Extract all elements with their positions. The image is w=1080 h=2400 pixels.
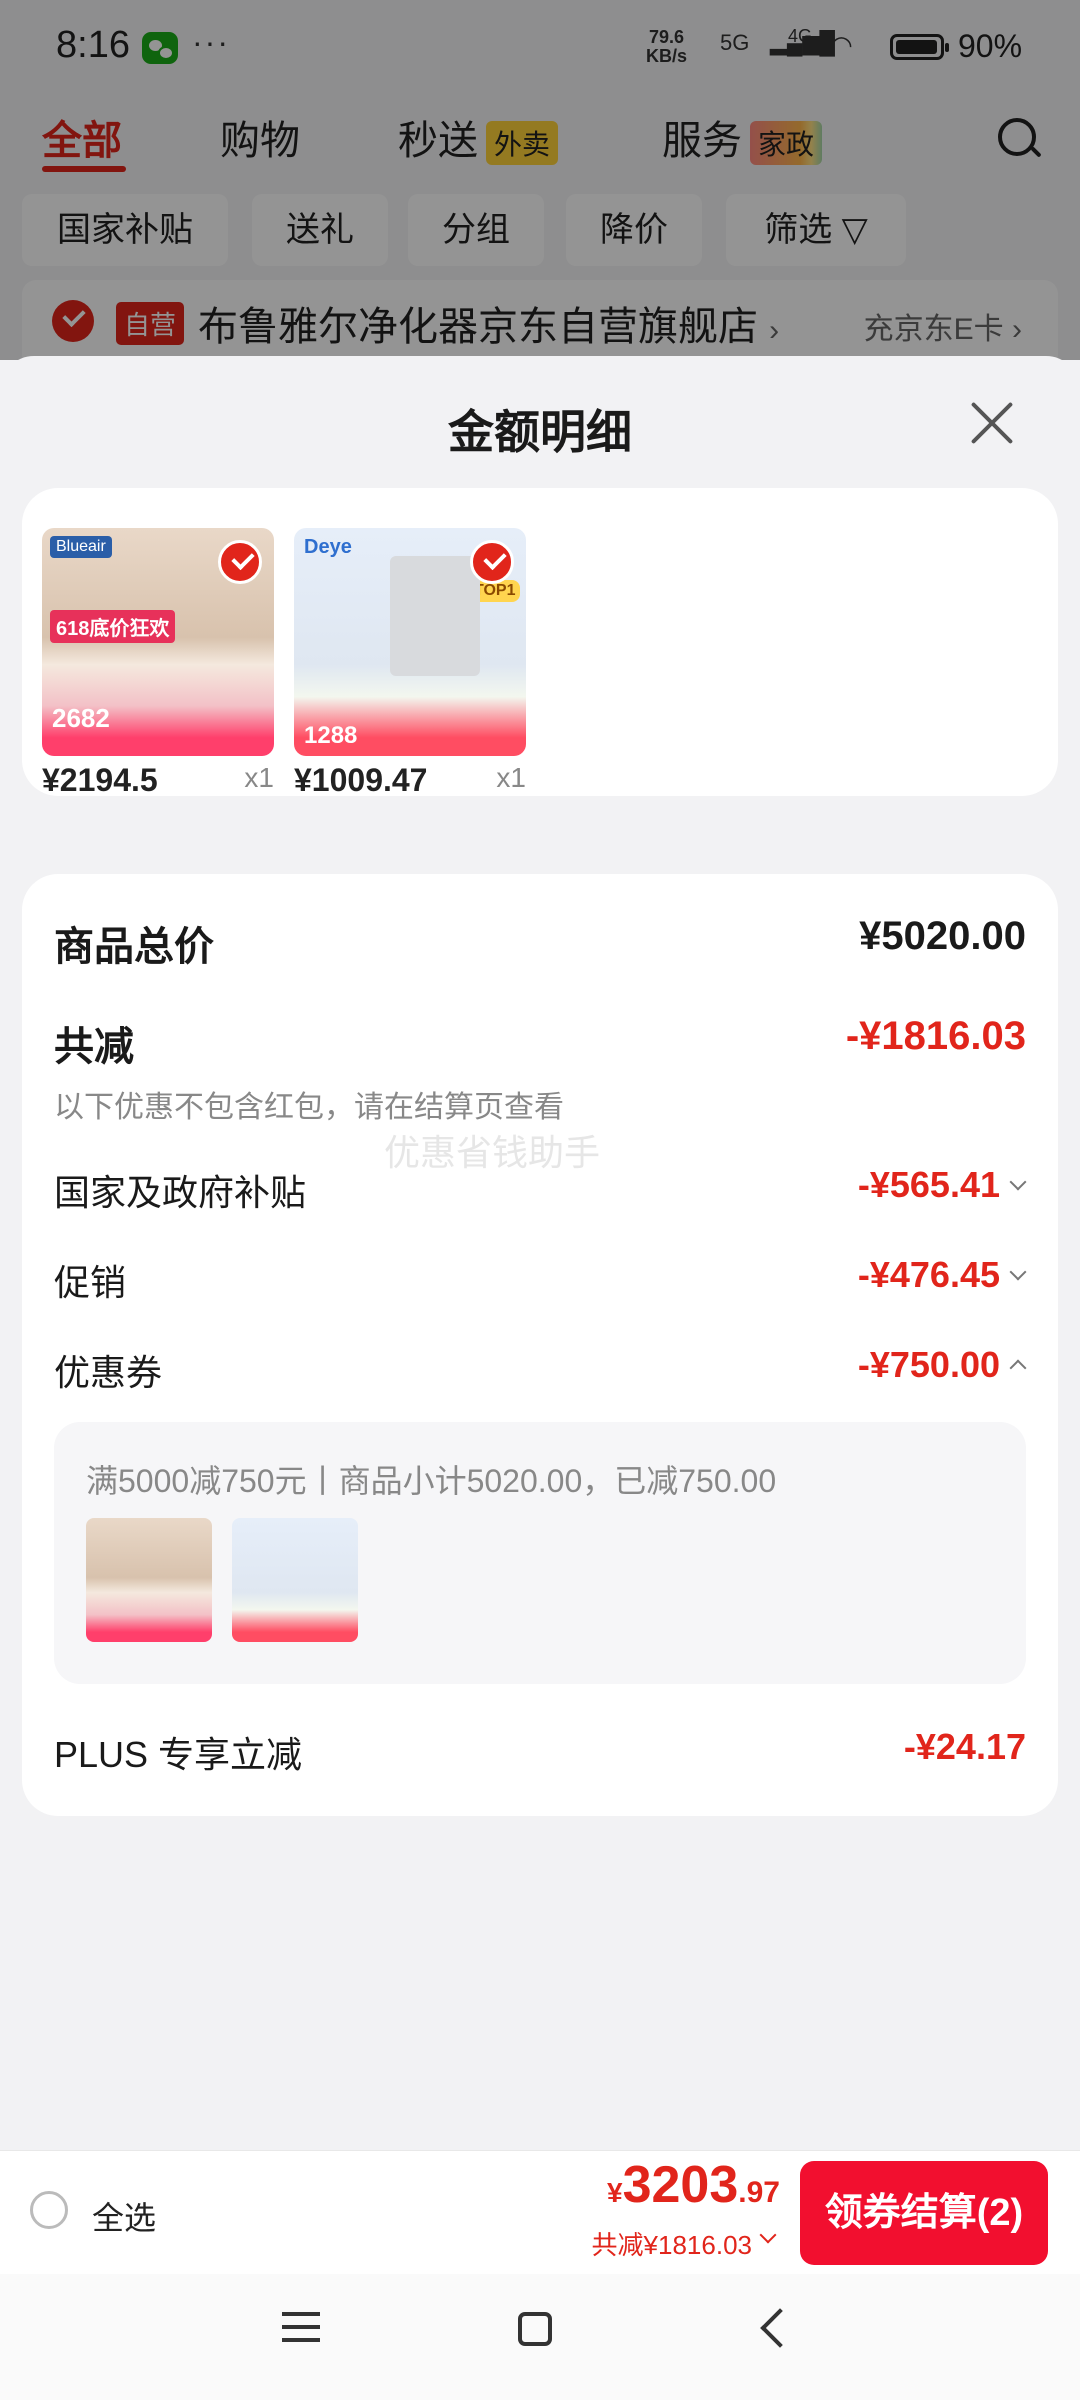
product-price: ¥1009.47	[294, 762, 428, 798]
amount-detail-sheet: 金额明细 Blueair 618底价狂欢 2682 ¥2194.5 x1 Dey…	[0, 356, 1080, 2150]
menu-icon[interactable]	[282, 2312, 320, 2342]
total-price-label: 商品总价	[54, 925, 214, 969]
system-nav-bar	[0, 2274, 1080, 2400]
appliance-graphic	[390, 556, 480, 676]
watermark: 优惠省钱助手	[384, 1132, 601, 1173]
chevron-down-icon[interactable]	[759, 2226, 777, 2244]
coupon-product-thumb-blueair	[86, 1518, 212, 1642]
subsidy-label: 国家及政府补贴	[54, 1172, 307, 1213]
home-icon[interactable]	[518, 2312, 552, 2346]
currency-symbol: ¥	[607, 2177, 623, 2208]
coupon-value: -¥750.00	[857, 1344, 1000, 1385]
total-reduce-value: -¥1816.03	[845, 1014, 1026, 1058]
product-brand: Deye	[304, 536, 352, 558]
product-qty: x1	[244, 762, 274, 793]
total-price-value: ¥5020.00	[859, 914, 1026, 958]
total-decimal: .97	[738, 2176, 780, 2209]
product-item-deye[interactable]: Deye TOP1 1288 ¥1009.47 x1	[294, 528, 526, 798]
product-image-price: 2682	[52, 703, 110, 733]
promotion-label: 促销	[54, 1262, 127, 1303]
product-price: ¥2194.5	[42, 762, 158, 798]
promotion-value: -¥476.45	[857, 1254, 1000, 1295]
coupon-product-thumb-deye	[232, 1518, 358, 1642]
plus-discount-label: PLUS 专享立减	[54, 1734, 303, 1775]
product-image: Deye TOP1 1288	[294, 528, 526, 756]
subsidy-value: -¥565.41	[857, 1164, 1000, 1205]
checkout-bar: 全选 ¥3203.97 共减¥1816.03 领券结算(2)	[0, 2150, 1080, 2275]
discount-note: 以下优惠不包含红包，请在结算页查看	[54, 1091, 564, 1124]
total-saved[interactable]: 共减¥1816.03	[592, 2225, 752, 2262]
close-icon[interactable]	[968, 400, 1014, 446]
chevron-down-icon	[1009, 1173, 1027, 1191]
select-all-label[interactable]: 全选	[92, 2193, 156, 2239]
total-amount: ¥3203.97	[607, 2155, 780, 2215]
total-reduce-label: 共减	[54, 1025, 134, 1069]
coupon-label: 优惠券	[54, 1352, 163, 1393]
select-all-radio[interactable]	[30, 2191, 68, 2229]
chevron-down-icon	[1009, 1263, 1027, 1281]
product-image-price: 1288	[304, 722, 358, 749]
product-check-icon[interactable]	[218, 540, 262, 584]
product-check-icon[interactable]	[470, 540, 514, 584]
product-tag: 618底价狂欢	[50, 610, 176, 643]
amount-detail-card: 商品总价 ¥5020.00 共减 -¥1816.03 以下优惠不包含红包，请在结…	[22, 874, 1058, 1816]
product-image: Blueair 618底价狂欢 2682	[42, 528, 274, 756]
product-item-blueair[interactable]: Blueair 618底价狂欢 2682 ¥2194.5 x1	[42, 528, 274, 798]
product-qty: x1	[496, 762, 526, 793]
product-card: Blueair 618底价狂欢 2682 ¥2194.5 x1 Deye TOP…	[22, 488, 1058, 798]
chevron-up-icon	[1009, 1359, 1027, 1377]
coupon-detail-box: 满5000减750元丨商品小计5020.00，已减750.00	[54, 1422, 1026, 1684]
product-brand: Blueair	[50, 536, 112, 558]
coupon-description: 满5000减750元丨商品小计5020.00，已减750.00	[86, 1463, 777, 1499]
total-integer: 3203	[622, 2156, 739, 2214]
checkout-button[interactable]: 领券结算(2)	[800, 2161, 1048, 2265]
back-icon[interactable]	[760, 2308, 800, 2348]
dim-overlay[interactable]	[0, 0, 1080, 360]
plus-discount-value: -¥24.17	[903, 1726, 1026, 1767]
sheet-title: 金额明细	[448, 406, 632, 458]
